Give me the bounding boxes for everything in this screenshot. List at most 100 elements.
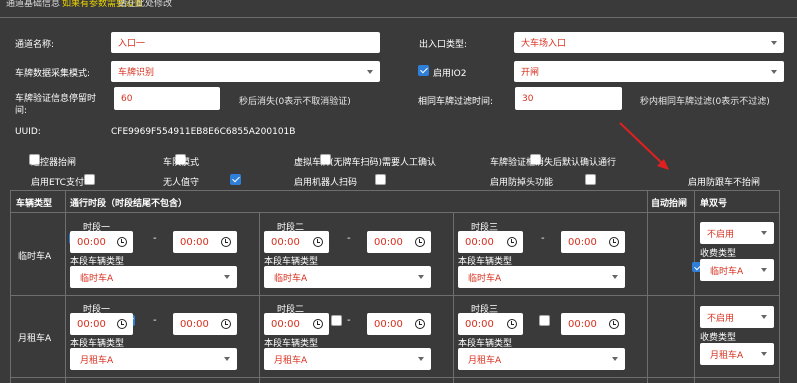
plate-mode-value: 车牌识别 — [118, 68, 155, 78]
header-left-text: 通道基础信息 — [6, 0, 61, 9]
clock-icon — [313, 319, 323, 329]
clock-icon — [415, 237, 425, 247]
option-etc-checkbox[interactable] — [84, 174, 96, 185]
header-vehicle-type: 车辆类型 — [16, 199, 53, 209]
same-plate-hint: 秒内相同车牌过滤(0表示不过滤) — [640, 97, 770, 107]
row1-fee-type-select[interactable]: 临时车A — [700, 259, 774, 281]
row1-period1-end-time[interactable]: 00:00 — [173, 231, 237, 253]
chevron-down-icon — [224, 275, 230, 279]
annotation-arrow-icon — [619, 122, 669, 170]
option-default-pass-label: 车牌验证框消失后默认确认通行 — [490, 158, 617, 168]
row1-period3-type-select[interactable]: 临时车A — [458, 266, 625, 288]
clock-icon — [507, 237, 517, 247]
row1-period1-start-time[interactable]: 00:00 — [70, 231, 133, 253]
row1-period2-type-select[interactable]: 临时车A — [264, 266, 431, 288]
row2-period3-start-time[interactable]: 00:00 — [458, 313, 523, 335]
row1-period2-end-time[interactable]: 00:00 — [367, 231, 431, 253]
row1-period3-start-time[interactable]: 00:00 — [458, 231, 523, 253]
same-plate-label: 相同车牌过滤时间: — [418, 97, 494, 107]
option-unattended-checkbox[interactable] — [230, 174, 242, 185]
plate-mode-label: 车牌数据采集模式: — [15, 69, 91, 79]
channel-name-input[interactable]: 入口一 — [111, 32, 380, 53]
stay-time-label-line2: 间: — [15, 106, 28, 116]
uuid-label: UUID: — [15, 127, 41, 137]
chevron-down-icon — [771, 69, 777, 74]
option-unattended-label: 无人值守 — [163, 178, 200, 188]
row2-fee-type-select[interactable]: 月租车A — [700, 343, 774, 365]
chevron-down-icon — [761, 352, 767, 356]
row2-period3-type-select[interactable]: 月租车A — [458, 348, 625, 370]
clock-icon — [221, 319, 231, 329]
row2-period1-start-time[interactable]: 00:00 — [70, 313, 133, 335]
plate-mode-select[interactable]: 车牌识别 — [111, 61, 380, 82]
clock-icon — [507, 319, 517, 329]
row2-period1-end-time[interactable]: 00:00 — [173, 313, 237, 335]
option-remote-lift-label: 遥控器抬闸 — [31, 158, 77, 168]
top-header-bar: 通道基础信息 如果有参数需要设置 请在此处修改 — [0, 0, 797, 18]
row2-period2-end-time[interactable]: 00:00 — [367, 313, 431, 335]
header-right-text: 请在此处修改 — [118, 0, 173, 9]
chevron-down-icon — [761, 231, 767, 235]
clock-icon — [609, 237, 619, 247]
channel-name-label: 通道名称: — [15, 40, 55, 50]
row2-period2-start-time[interactable]: 00:00 — [264, 313, 329, 335]
option-robot-scan-checkbox[interactable] — [375, 174, 387, 185]
clock-icon — [117, 237, 127, 247]
chevron-down-icon — [418, 275, 424, 279]
header-auto-lift: 自动抬闸 — [651, 199, 688, 209]
time-range-dash: - — [153, 233, 157, 244]
row2-vehicle-name: 月租车A — [18, 334, 52, 344]
chevron-down-icon — [224, 357, 230, 361]
row1-fee-type-label: 收费类型 — [700, 249, 737, 259]
chevron-down-icon — [612, 357, 618, 361]
row1-period3-end-time[interactable]: 00:00 — [561, 231, 625, 253]
chevron-down-icon — [761, 315, 767, 319]
clock-icon — [117, 319, 127, 329]
time-range-dash: - — [347, 233, 351, 244]
chevron-down-icon — [418, 357, 424, 361]
option-virtual-plate-label: 虚拟车牌(无牌车扫码)需要人工确认 — [294, 158, 437, 168]
time-range-dash: - — [153, 315, 157, 326]
chevron-down-icon — [771, 40, 777, 45]
io2-checkbox[interactable] — [418, 65, 429, 76]
clock-icon — [415, 319, 425, 329]
row2-period2-type-select[interactable]: 月租车A — [264, 348, 431, 370]
option-fleet-mode-label: 车队模式 — [163, 158, 200, 168]
entry-exit-select[interactable]: 大车场入口 — [514, 32, 784, 53]
clock-icon — [313, 237, 323, 247]
chevron-down-icon — [612, 275, 618, 279]
stay-time-hint: 秒后消失(0表示不取消验证) — [239, 97, 351, 107]
entry-exit-value: 大车场入口 — [521, 39, 567, 49]
stay-time-label-line1: 车牌验证信息停留时 — [15, 94, 97, 104]
clock-icon — [609, 319, 619, 329]
chevron-down-icon — [367, 69, 373, 74]
clock-icon — [221, 237, 231, 247]
time-range-dash: - — [347, 315, 351, 326]
io2-value: 开闸 — [521, 68, 540, 78]
option-anti-uturn-label: 启用防掉头功能 — [490, 178, 554, 188]
stay-time-input[interactable]: 60 — [114, 87, 220, 110]
chevron-down-icon — [761, 268, 767, 272]
header-time-period: 通行时段（时段结尾不包含） — [70, 199, 188, 209]
row1-period1-type-select[interactable]: 临时车A — [70, 266, 237, 288]
uuid-value: CFE9969F554911EB8E6C6855A200101B — [111, 127, 296, 137]
entry-exit-label: 出入口类型: — [419, 40, 468, 50]
row1-period2-start-time[interactable]: 00:00 — [264, 231, 329, 253]
io2-label: 启用IO2 — [433, 69, 467, 79]
time-range-dash: - — [541, 233, 545, 244]
row2-period3-end-time[interactable]: 00:00 — [561, 313, 625, 335]
row2-period1-type-select[interactable]: 月租车A — [70, 348, 237, 370]
option-anti-tailgate-label: 启用防跟车不抬闸 — [688, 178, 761, 188]
same-plate-input[interactable]: 30 — [515, 87, 622, 110]
row2-fee-type-label: 收费类型 — [700, 333, 737, 343]
option-robot-scan-label: 启用机器人扫码 — [294, 178, 358, 188]
row2-odd-even-select[interactable]: 不启用 — [700, 306, 774, 328]
option-etc-label: 启用ETC支付 — [31, 178, 84, 188]
header-odd-even: 单双号 — [700, 199, 728, 209]
time-range-dash: - — [541, 315, 545, 326]
row1-vehicle-name: 临时车A — [18, 252, 52, 262]
row1-odd-even-select[interactable]: 不启用 — [700, 222, 774, 244]
row2-period2-checkbox[interactable] — [331, 315, 343, 326]
option-anti-uturn-checkbox[interactable] — [585, 174, 596, 185]
io2-select[interactable]: 开闸 — [514, 61, 784, 82]
